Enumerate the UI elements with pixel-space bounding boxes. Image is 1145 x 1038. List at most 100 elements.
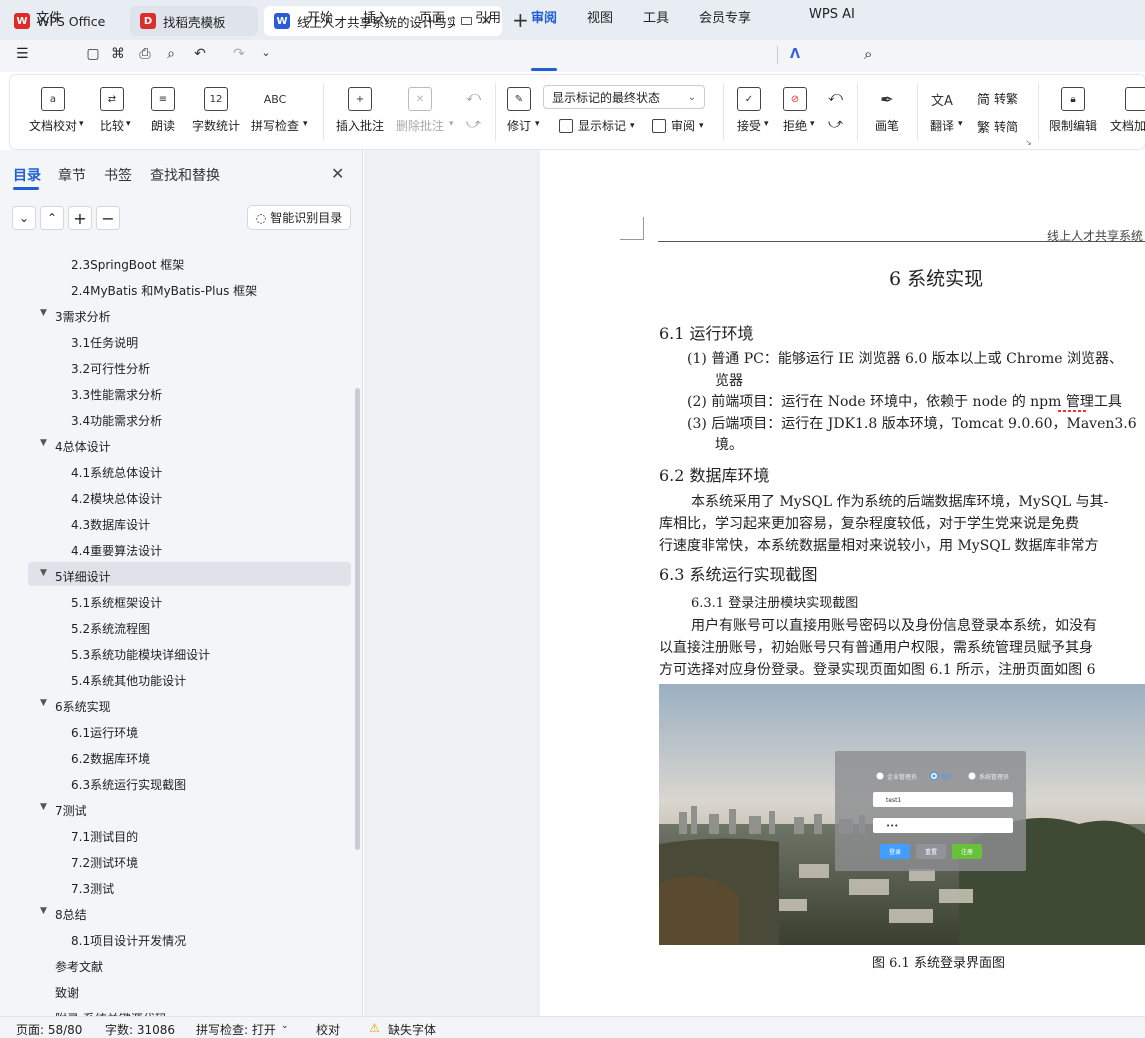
toc-item[interactable]: 8.1项目设计开发情况	[71, 932, 186, 949]
menu-home[interactable]: 开始	[307, 7, 333, 26]
toc-item[interactable]: 2.3SpringBoot 框架	[71, 256, 184, 273]
menu-review[interactable]: 审阅	[531, 7, 557, 26]
save-icon[interactable]: ▢	[85, 46, 101, 62]
expand-arrow-icon[interactable]: ▼	[40, 802, 47, 812]
toc-item[interactable]: 3.4功能需求分析	[71, 412, 162, 429]
expand-arrow-icon[interactable]: ▼	[40, 698, 47, 708]
toc-item[interactable]: ▼ 6系统实现	[40, 698, 111, 715]
menu-references[interactable]: 引用	[475, 7, 501, 26]
toc-item[interactable]: 7.3测试	[71, 880, 114, 897]
toc-item[interactable]: 6.2数据库环境	[71, 750, 150, 767]
chevron-down-icon[interactable]: ▾	[126, 119, 131, 129]
toc-item[interactable]: 6.1运行环境	[71, 724, 138, 741]
toc-item[interactable]: 5.4系统其他功能设计	[71, 672, 186, 689]
nav-tab-sections[interactable]: 章节	[58, 165, 86, 185]
menu-member[interactable]: 会员专享	[699, 7, 751, 26]
toc-item[interactable]: 致谢	[55, 984, 79, 1001]
monitor-icon[interactable]	[461, 17, 472, 25]
add-heading-button[interactable]: +	[68, 206, 92, 230]
toc-item[interactable]: 4.3数据库设计	[71, 516, 150, 533]
collapse-down-button[interactable]: ⌄	[12, 206, 36, 230]
print-icon[interactable]: ⎙	[137, 46, 153, 62]
spell-check-status[interactable]: 拼写检查: 打开	[196, 1021, 276, 1038]
toc-item[interactable]: ▼ 5详细设计	[40, 568, 111, 585]
menu-page[interactable]: 页面	[419, 7, 445, 26]
compare-button[interactable]: ⇄ 比较	[100, 87, 124, 134]
toc-item[interactable]: ▼ 4总体设计	[40, 438, 111, 455]
chevron-down-icon[interactable]: ▾	[810, 119, 815, 129]
translate-button[interactable]: 文A 翻译	[930, 87, 954, 134]
menu-wps-ai[interactable]: WPS AI	[809, 7, 855, 22]
expand-arrow-icon[interactable]: ▼	[40, 438, 47, 448]
expand-icon[interactable]: ↘	[1025, 138, 1032, 147]
chevron-down-icon[interactable]: ▾	[764, 119, 769, 129]
nav-tab-bookmarks[interactable]: 书签	[104, 165, 132, 185]
toc-item[interactable]: 5.2系统流程图	[71, 620, 150, 637]
proof-status[interactable]: 校对	[316, 1021, 340, 1038]
reject-button[interactable]: ⊘ 拒绝	[783, 87, 807, 134]
expand-arrow-icon[interactable]: ▼	[40, 308, 47, 318]
review-pane-button[interactable]: 审阅 ▾	[652, 117, 704, 134]
pen-button[interactable]: ✒ 画笔	[875, 87, 899, 134]
tab-wps-office[interactable]: W WPS Office	[4, 6, 122, 36]
nav-tab-toc[interactable]: 目录	[13, 165, 41, 185]
next-change-icon[interactable]: ⤻	[828, 116, 843, 132]
tab-docer-templates[interactable]: D 找稻壳模板	[130, 6, 258, 36]
toc-item[interactable]: 3.1任务说明	[71, 334, 138, 351]
doc-proof-button[interactable]: a 文档校对	[29, 87, 77, 134]
accept-button[interactable]: ✓ 接受	[737, 87, 761, 134]
chevron-down-icon[interactable]: ▾	[303, 119, 308, 129]
word-count-indicator[interactable]: 字数: 31086	[105, 1021, 175, 1038]
markup-display-select[interactable]: 显示标记的最终状态 ⌄	[543, 85, 705, 109]
restrict-edit-button[interactable]: 🔒︎ 限制编辑	[1049, 87, 1097, 134]
close-icon[interactable]: ✕	[331, 164, 344, 183]
revise-button[interactable]: ✎ 修订	[507, 87, 531, 134]
toc-item[interactable]: 7.1测试目的	[71, 828, 138, 845]
prev-comment-icon[interactable]: ⤺	[466, 89, 481, 105]
prev-change-icon[interactable]: ⤺	[828, 89, 843, 105]
toc-item[interactable]: 4.4重要算法设计	[71, 542, 162, 559]
toc-item[interactable]: ▼ 3需求分析	[40, 308, 111, 325]
search-icon[interactable]: ⌕	[864, 45, 872, 63]
toc-item[interactable]: 6.3系统运行实现截图	[71, 776, 186, 793]
smart-toc-button[interactable]: ◌ 智能识别目录	[247, 205, 351, 230]
delete-comment-button[interactable]: ✕ 删除批注	[396, 87, 444, 134]
toc-item[interactable]: 参考文献	[55, 958, 103, 975]
read-aloud-button[interactable]: ≡ 朗读	[151, 87, 175, 134]
nav-tab-find-replace[interactable]: 查找和替换	[150, 165, 220, 185]
expand-arrow-icon[interactable]: ▼	[40, 568, 47, 578]
login-screenshot-figure[interactable]: 企业管理员 用户 系统管理员 test1 ••• 登录 重置 注册	[659, 684, 1145, 945]
show-markup-button[interactable]: 显示标记 ▾	[559, 117, 635, 134]
remove-heading-button[interactable]: −	[96, 206, 120, 230]
spell-check-button[interactable]: ABC 拼写检查	[251, 87, 299, 134]
menu-view[interactable]: 视图	[587, 7, 613, 26]
redo-icon[interactable]: ↷	[231, 46, 247, 62]
doc-encrypt-button[interactable]: 文档加	[1110, 87, 1145, 134]
toc-item[interactable]: 2.4MyBatis 和MyBatis-Plus 框架	[71, 282, 257, 299]
chevron-down-icon[interactable]: ⌄	[258, 46, 274, 62]
word-count-button[interactable]: 12 字数统计	[192, 87, 240, 134]
toc-item[interactable]: 4.2模块总体设计	[71, 490, 162, 507]
insert-comment-button[interactable]: + 插入批注	[336, 87, 384, 134]
toc-item[interactable]: ▼ 8总结	[40, 906, 87, 923]
toc-scrollbar[interactable]	[355, 388, 360, 850]
chevron-down-icon[interactable]: ▾	[79, 119, 84, 129]
chevron-down-icon[interactable]: ▾	[958, 119, 963, 129]
toc-item[interactable]: 5.3系统功能模块详细设计	[71, 646, 210, 663]
next-comment-icon[interactable]: ⤻	[466, 116, 481, 132]
menu-file[interactable]: 文件	[36, 7, 62, 26]
expand-arrow-icon[interactable]: ▼	[40, 906, 47, 916]
to-simplified-button[interactable]: 繁 转简	[977, 117, 1018, 136]
hamburger-icon[interactable]: ☰	[16, 46, 29, 62]
menu-insert[interactable]: 插入	[363, 7, 389, 26]
toc-item[interactable]: ▼ 7测试	[40, 802, 87, 819]
share-icon[interactable]: ⌘	[110, 46, 126, 62]
toc-item[interactable]: 5.1系统框架设计	[71, 594, 162, 611]
new-tab-icon[interactable]: +	[512, 8, 529, 32]
chevron-down-icon[interactable]: ⌄	[281, 1021, 289, 1031]
toc-item[interactable]: 7.2测试环境	[71, 854, 138, 871]
toc-item[interactable]: 3.2可行性分析	[71, 360, 150, 377]
chevron-down-icon[interactable]: ▾	[535, 119, 540, 129]
missing-font-status[interactable]: 缺失字体	[388, 1021, 436, 1038]
page-indicator[interactable]: 页面: 58/80	[16, 1021, 82, 1038]
